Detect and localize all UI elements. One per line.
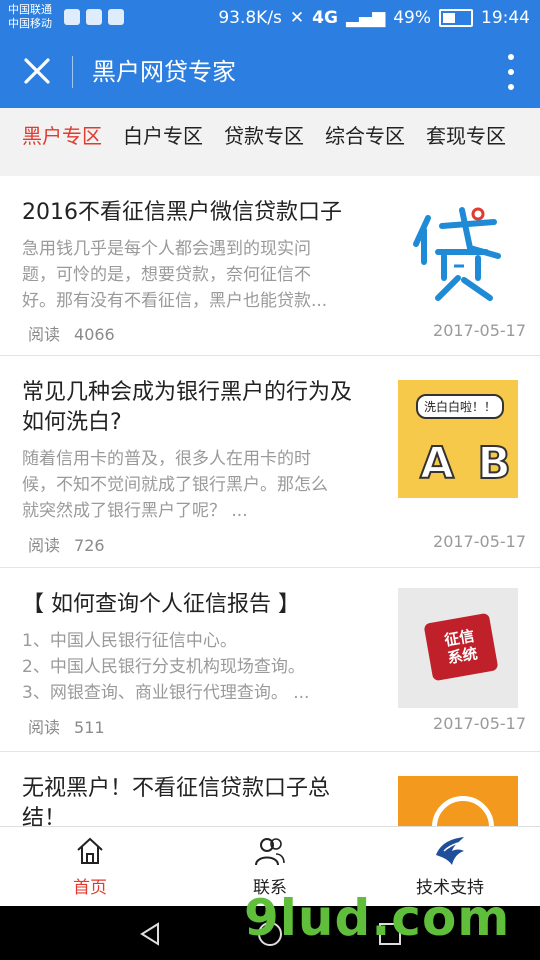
read-count: 阅读 511 [28, 714, 105, 738]
read-number: 511 [74, 718, 105, 737]
contacts-icon [255, 838, 285, 866]
summary-line: 好。那有没有不看征信，黑户也能贷款... [22, 291, 328, 311]
close-icon [24, 58, 50, 84]
clock: 19:44 [481, 8, 530, 28]
watermark: 9lud.com [244, 889, 511, 947]
read-label: 阅读 [28, 718, 61, 737]
article-thumbnail [398, 196, 518, 314]
battery-icon [439, 9, 473, 27]
summary-line: 随着信用卡的普及，很多人在用卡的时 [22, 449, 311, 469]
list-item[interactable]: 2016不看征信黑户微信贷款口子 急用钱几乎是每个人都会遇到的现实问 题，可怜的… [0, 176, 540, 356]
mute-icon: ✕ [289, 8, 305, 28]
read-number: 4066 [74, 325, 115, 344]
location-icon [86, 9, 102, 25]
article-thumbnail [398, 776, 518, 826]
battery-percent: 49% [393, 8, 431, 28]
list-item[interactable]: 【 如何查询个人征信报告 】 1、中国人民银行征信中心。 2、中国人民银行分支机… [0, 568, 540, 752]
publish-date: 2017-05-17 [433, 532, 526, 551]
tab-whitelist[interactable]: 白户专区 [123, 120, 203, 149]
tab-label: 首页 [73, 878, 107, 898]
read-count: 阅读 4066 [28, 321, 115, 345]
bubble-text: 洗白白啦！！ [424, 400, 497, 414]
more-dot-icon [508, 54, 514, 60]
summary-line: 急用钱几乎是每个人都会遇到的现实问 [22, 239, 311, 259]
tab-loans[interactable]: 贷款专区 [224, 120, 304, 149]
signal-icon: ▂▄▆ [345, 8, 386, 28]
carrier-1: 中国联通 [8, 3, 52, 16]
more-dot-icon [508, 69, 514, 75]
read-number: 726 [74, 536, 105, 555]
summary-line: 就突然成了银行黑户了呢？ ... [22, 501, 248, 521]
list-item[interactable]: 常见几种会成为银行黑户的行为及 如何洗白? 随着信用卡的普及，很多人在用卡的时 … [0, 356, 540, 568]
article-summary: 急用钱几乎是每个人都会遇到的现实问 题，可怜的是，想要贷款，奈何征信不 好。那有… [22, 236, 327, 314]
home-icon [77, 837, 103, 864]
notification-icon [64, 9, 80, 25]
list-item[interactable]: 无视黑户！不看征信贷款口子总 结！ [0, 752, 540, 826]
carrier-names: 中国联通 中国移动 [8, 3, 52, 31]
title-line: 如何洗白? [22, 410, 122, 435]
article-thumbnail: 征信系统 [398, 588, 518, 708]
tab-cashout[interactable]: 套现专区 [426, 120, 506, 149]
title-line: 无视黑户！不看征信贷款口子总 [22, 776, 331, 801]
summary-line: 2、中国人民银行分支机构现场查询。 [22, 657, 305, 677]
network-speed: 93.8K/s [218, 8, 282, 28]
article-list: 2016不看征信黑户微信贷款口子 急用钱几乎是每个人都会遇到的现实问 题，可怜的… [0, 176, 540, 826]
page-title: 黑户网贷专家 [92, 58, 236, 86]
title-line: 结！ [22, 806, 67, 826]
article-title: 【 如何查询个人征信报告 】 [22, 592, 300, 617]
publish-date: 2017-05-17 [433, 321, 526, 340]
summary-line: 1、中国人民银行征信中心。 [22, 631, 237, 651]
summary-line: 题，可怜的是，想要贷款，奈何征信不 [22, 265, 311, 285]
read-label: 阅读 [28, 536, 61, 555]
publish-date: 2017-05-17 [433, 714, 526, 733]
gallery-icon [108, 9, 124, 25]
network-type: 4G [312, 8, 338, 28]
puzzle-piece: 征信系统 [423, 612, 499, 682]
article-summary: 1、中国人民银行征信中心。 2、中国人民银行分支机构现场查询。 3、网银查询、商… [22, 628, 309, 706]
article-summary: 随着信用卡的普及，很多人在用卡的时 候，不知不觉间就成了银行黑户。那怎么 就突然… [22, 446, 328, 524]
eagle-logo-icon [436, 837, 464, 865]
speech-bubble: 洗白白啦！！ [416, 394, 505, 419]
carrier-2: 中国移动 [8, 17, 52, 30]
tab-home[interactable]: 首页 [30, 835, 150, 898]
yen-icon [432, 796, 494, 826]
summary-line: 候，不知不觉间就成了银行黑户。那怎么 [22, 475, 328, 495]
article-thumbnail: 洗白白啦！！ A B [398, 380, 518, 498]
loan-character-icon [413, 207, 501, 301]
read-count: 阅读 726 [28, 532, 105, 556]
status-bar: 中国联通 中国移动 93.8K/s ✕ 4G ▂▄▆ 49% 19:44 [0, 0, 540, 36]
thumb-letters: A B [419, 437, 515, 490]
puzzle-text: 征信系统 [443, 626, 479, 668]
app-header: 黑户网贷专家 [0, 36, 540, 108]
article-title: 常见几种会成为银行黑户的行为及 如何洗白? [22, 378, 352, 438]
category-tabs: 黑户专区 白户专区 贷款专区 综合专区 套现专区 [0, 108, 540, 160]
title-line: 常见几种会成为银行黑户的行为及 [22, 380, 353, 405]
header-divider [72, 56, 73, 88]
back-icon[interactable] [136, 920, 164, 948]
article-title: 无视黑户！不看征信贷款口子总 结！ [22, 774, 330, 826]
summary-line: 3、网银查询、商业银行代理查询。 ... [22, 683, 310, 703]
read-label: 阅读 [28, 325, 61, 344]
tab-blacklist[interactable]: 黑户专区 [22, 120, 102, 149]
close-button[interactable] [20, 52, 54, 90]
article-title: 2016不看征信黑户微信贷款口子 [22, 200, 342, 225]
more-dot-icon [508, 84, 514, 90]
more-menu-button[interactable] [506, 54, 516, 90]
tab-general[interactable]: 综合专区 [325, 120, 405, 149]
